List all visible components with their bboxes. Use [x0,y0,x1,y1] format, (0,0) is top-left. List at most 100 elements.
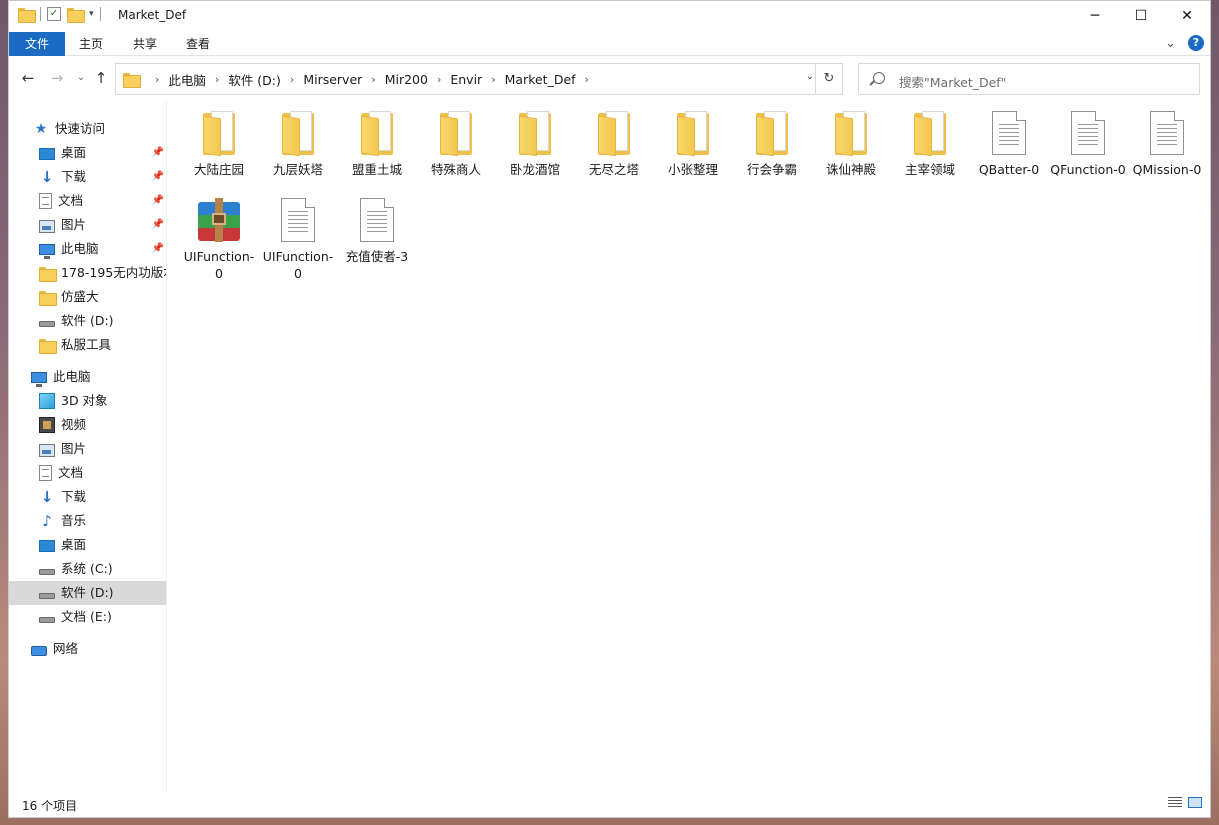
folder-icon [203,111,235,157]
sidebar-item-documents-pc[interactable]: 文档 [39,461,166,485]
customize-toolbar-icon[interactable]: ▾ [89,9,94,19]
view-switcher [1168,797,1202,808]
address-bar[interactable]: › 此电脑 › 软件 (D:) › Mirserver › Mir200 › E… [115,63,843,95]
tab-view[interactable]: 查看 [172,32,224,56]
explorer-window: ✓ ▾ Market_Def ─ ☐ ✕ 文件 主页 共享 查看 ⌄ ? ← →… [8,0,1211,818]
folder-item[interactable]: 无尽之塔 [576,111,652,178]
folder-item[interactable]: 大陆庄园 [181,111,257,178]
file-item[interactable]: UIFunction-0 [181,198,257,282]
sidebar-item-label: 音乐 [61,513,87,528]
search-box[interactable]: 搜索"Market_Def" [858,63,1200,95]
navigation-bar: ← → ⌄ ↑ › 此电脑 › 软件 (D:) › Mirserver › Mi… [9,63,1210,95]
tab-share[interactable]: 共享 [119,32,171,56]
refresh-button[interactable]: ↻ [815,64,842,94]
sidebar-item-this-pc-pinned[interactable]: 此电脑 📌 [39,237,166,261]
breadcrumb-this-pc[interactable]: 此电脑 [168,70,206,89]
sidebar-item-downloads[interactable]: ↓ 下载 📌 [39,165,166,189]
tab-file[interactable]: 文件 [9,32,65,56]
sidebar-item-label: 软件 (D:) [61,585,114,600]
file-item[interactable]: 充值使者-3 [339,198,415,265]
folder-item[interactable]: 小张整理 [655,111,731,178]
sidebar-item-this-pc[interactable]: 此电脑 [31,365,166,389]
properties-icon[interactable]: ✓ [47,7,61,21]
breadcrumb-separator[interactable]: › [491,73,495,86]
file-item[interactable]: QBatter-0 [971,111,1047,178]
file-item[interactable]: UIFunction-0 [260,198,336,282]
minimize-button[interactable]: ─ [1072,1,1118,31]
sidebar-item-music[interactable]: ♪ 音乐 [39,509,166,533]
search-input[interactable]: 搜索"Market_Def" [899,72,1006,91]
cube-icon [39,393,55,409]
breadcrumb-separator[interactable]: › [290,73,294,86]
file-name: QBatter-0 [978,162,1040,177]
folder-item[interactable]: 卧龙酒馆 [497,111,573,178]
sidebar-item-documents[interactable]: 文档 📌 [39,189,166,213]
sidebar-item-drive-d-quick[interactable]: 软件 (D:) [39,309,166,333]
details-view-icon[interactable] [1168,797,1182,808]
breadcrumb-envir[interactable]: Envir [450,72,482,87]
archive-file-icon [196,198,242,242]
drive-icon [39,321,55,327]
maximize-button[interactable]: ☐ [1118,1,1164,31]
sidebar-item-3d-objects[interactable]: 3D 对象 [39,389,166,413]
sidebar-item-fangshengda[interactable]: 仿盛大 [39,285,166,309]
breadcrumb-separator[interactable]: › [585,73,589,86]
expand-ribbon-icon[interactable]: ⌄ [1165,36,1176,51]
large-icons-view-icon[interactable] [1188,797,1202,808]
sidebar-item-label: 网络 [53,641,79,656]
sidebar-item-network[interactable]: 网络 [31,637,166,661]
folder-item[interactable]: 主宰领域 [892,111,968,178]
up-button[interactable]: ↑ [91,68,111,88]
file-item[interactable]: QFunction-0 [1050,111,1126,178]
sidebar-item-videos[interactable]: 视频 [39,413,166,437]
sidebar-item-drive-d[interactable]: 软件 (D:) [9,581,166,605]
file-name: 诛仙神殿 [825,162,876,177]
sidebar-item-label: 文档 [58,193,84,208]
navigation-pane: ★ 快速访问 桌面 📌 ↓ 下载 📌 文档 📌 图片 📌 此电脑 📌 178-1… [9,113,166,793]
forward-button[interactable]: → [47,68,67,88]
breadcrumb-separator[interactable]: › [215,73,219,86]
sidebar-item-label: 桌面 [61,145,87,160]
quick-access-toolbar: ✓ ▾ [18,7,101,23]
sidebar-item-quick-access[interactable]: ★ 快速访问 [33,117,166,141]
close-button[interactable]: ✕ [1164,1,1210,31]
sidebar-item-drive-e[interactable]: 文档 (E:) [39,605,166,629]
sidebar-item-private-tools[interactable]: 私服工具 [39,333,166,357]
folder-item[interactable]: 诛仙神殿 [813,111,889,178]
sidebar-item-label: 系统 (C:) [61,561,113,576]
picture-icon [39,443,55,457]
file-name: 小张整理 [667,162,718,177]
breadcrumb-separator[interactable]: › [371,73,375,86]
sidebar-item-pictures[interactable]: 图片 📌 [39,213,166,237]
folder-item[interactable]: 九层妖塔 [260,111,336,178]
file-name: 行会争霸 [746,162,797,177]
window-controls: ─ ☐ ✕ [1072,1,1210,31]
sidebar-item-label: 文档 (E:) [61,609,112,624]
breadcrumb-separator[interactable]: › [155,73,159,86]
sidebar-item-178-195[interactable]: 178-195无内功版本 [39,261,166,285]
sidebar-item-desktop[interactable]: 桌面 📌 [39,141,166,165]
status-bar: 16 个项目 [9,791,1210,817]
file-item[interactable]: QMission-0 [1129,111,1205,178]
new-folder-icon[interactable] [67,7,85,23]
folder-item[interactable]: 特殊商人 [418,111,494,178]
tab-home[interactable]: 主页 [65,32,117,56]
breadcrumb-market-def[interactable]: Market_Def [505,72,576,87]
breadcrumb-mirserver[interactable]: Mirserver [303,72,362,87]
document-icon [39,465,52,481]
address-history-dropdown[interactable]: ⌄ [806,71,814,82]
folder-icon [39,338,57,354]
breadcrumb-separator[interactable]: › [437,73,441,86]
folder-item[interactable]: 行会争霸 [734,111,810,178]
file-name: QMission-0 [1132,162,1202,177]
folder-item[interactable]: 盟重土城 [339,111,415,178]
recent-locations-button[interactable]: ⌄ [71,68,91,88]
sidebar-item-drive-c[interactable]: 系统 (C:) [39,557,166,581]
breadcrumb-drive-d[interactable]: 软件 (D:) [228,70,281,89]
sidebar-item-downloads-pc[interactable]: ↓ 下载 [39,485,166,509]
breadcrumb-mir200[interactable]: Mir200 [385,72,428,87]
back-button[interactable]: ← [18,68,38,88]
help-icon[interactable]: ? [1188,35,1204,51]
sidebar-item-desktop-pc[interactable]: 桌面 [39,533,166,557]
sidebar-item-pictures-pc[interactable]: 图片 [39,437,166,461]
